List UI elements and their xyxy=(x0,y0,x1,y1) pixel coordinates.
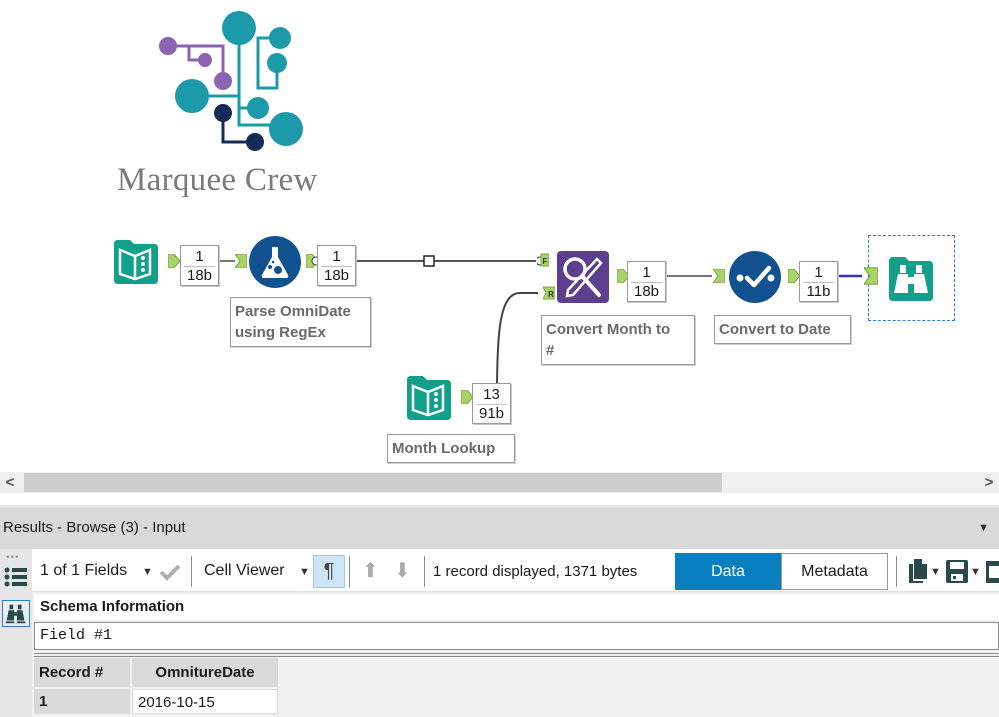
grip-dots-icon: ••• xyxy=(6,552,20,563)
toolbar-divider xyxy=(349,556,350,587)
wire-waypoint-handle xyxy=(423,255,435,267)
record-count-badge: 1 11b xyxy=(799,261,838,302)
datetime-tool[interactable] xyxy=(728,250,782,304)
svg-text:F: F xyxy=(543,257,548,266)
column-header-omniture-date[interactable]: OmnitureDate xyxy=(132,658,278,687)
results-panel-header: Results - Browse (3) - Input ▼ xyxy=(0,505,999,549)
schema-information-header: Schema Information xyxy=(34,594,999,620)
find-input-anchor[interactable]: F xyxy=(537,253,549,267)
record-count-badge: 1 18b xyxy=(180,245,219,286)
field-name-row[interactable]: Field #1 xyxy=(34,622,999,650)
record-count-badge: 1 18b xyxy=(627,261,666,302)
svg-text:R: R xyxy=(548,290,554,299)
save-icon[interactable] xyxy=(946,560,968,583)
row-number-cell[interactable]: 1 xyxy=(34,689,130,714)
record-count-badge: 13 91b xyxy=(472,383,511,424)
regex-tool[interactable] xyxy=(248,235,302,289)
input-data-tool[interactable] xyxy=(110,236,162,288)
horizontal-scrollbar[interactable]: < > xyxy=(0,472,999,493)
record-count-badge: 1 18b xyxy=(317,245,356,286)
replace-input-anchor[interactable]: R xyxy=(543,286,555,300)
input-anchor[interactable] xyxy=(864,267,878,285)
toolbar-divider xyxy=(424,556,425,587)
copy-dropdown-arrow[interactable]: ▼ xyxy=(930,566,941,578)
datetime-caption: Convert to Date xyxy=(714,315,851,344)
output-anchor[interactable] xyxy=(168,254,180,268)
results-grid: Schema Information Field #1 Record # Omn… xyxy=(32,592,999,717)
results-side-strip: ••• xyxy=(0,549,32,717)
data-cell[interactable]: 2016-10-15 xyxy=(132,689,278,714)
list-view-icon[interactable] xyxy=(3,565,29,589)
toolbar-divider xyxy=(896,556,897,587)
fields-selector[interactable]: 1 of 1 Fields xyxy=(40,562,127,580)
show-whitespace-toggle[interactable]: ¶ xyxy=(313,555,345,588)
fields-dropdown-arrow[interactable]: ▼ xyxy=(142,566,153,578)
scroll-right-button[interactable]: > xyxy=(979,472,999,493)
wire-lookup-to-findreplace xyxy=(496,292,538,395)
toolbar-divider xyxy=(191,556,192,587)
flask-icon xyxy=(249,236,301,288)
cell-viewer-dropdown-arrow[interactable]: ▼ xyxy=(299,566,310,578)
save-dropdown-arrow[interactable]: ▼ xyxy=(970,566,981,578)
binoculars-icon xyxy=(5,604,26,624)
metadata-tab[interactable]: Metadata xyxy=(781,553,888,590)
book-icon xyxy=(114,240,158,284)
copy-icon[interactable] xyxy=(908,559,928,584)
workflow-canvas[interactable]: Marquee Crew 1 18b Parse OmniDate using … xyxy=(0,0,999,470)
sort-up-icon[interactable]: ⬆ xyxy=(362,558,379,583)
input-anchor[interactable] xyxy=(713,269,725,283)
browse-tool[interactable] xyxy=(885,253,937,305)
cell-viewer-selector[interactable]: Cell Viewer xyxy=(204,562,285,580)
panel-menu-dropdown[interactable]: ▼ xyxy=(978,522,989,534)
grid-divider xyxy=(34,653,999,657)
binoculars-icon xyxy=(889,257,933,301)
sort-down-icon[interactable]: ⬇ xyxy=(394,558,411,583)
magnify-pencil-icon xyxy=(557,251,609,303)
regex-caption: Parse OmniDate using RegEx xyxy=(230,297,371,347)
record-status: 1 record displayed, 1371 bytes xyxy=(433,563,638,580)
results-toolbar: 1 of 1 Fields ▼ Cell Viewer ▼ ¶ ⬆ ⬇ 1 re… xyxy=(32,551,999,592)
checkmark-icon[interactable] xyxy=(158,562,182,582)
scroll-thumb[interactable] xyxy=(24,473,722,492)
results-title: Results - Browse (3) - Input xyxy=(3,519,186,536)
input-anchor[interactable] xyxy=(235,254,247,268)
check-dots-icon xyxy=(729,251,781,303)
column-header-record-number[interactable]: Record # xyxy=(34,658,130,687)
browse-view-button[interactable] xyxy=(2,600,30,627)
book-icon xyxy=(407,376,451,420)
month-lookup-caption: Month Lookup xyxy=(387,434,515,463)
window-icon[interactable] xyxy=(986,561,999,583)
find-replace-tool[interactable] xyxy=(557,251,609,303)
find-replace-caption: Convert Month to # xyxy=(541,315,695,365)
data-tab[interactable]: Data xyxy=(675,553,781,590)
scroll-left-button[interactable]: < xyxy=(0,472,20,493)
month-lookup-input-tool[interactable] xyxy=(403,372,455,424)
